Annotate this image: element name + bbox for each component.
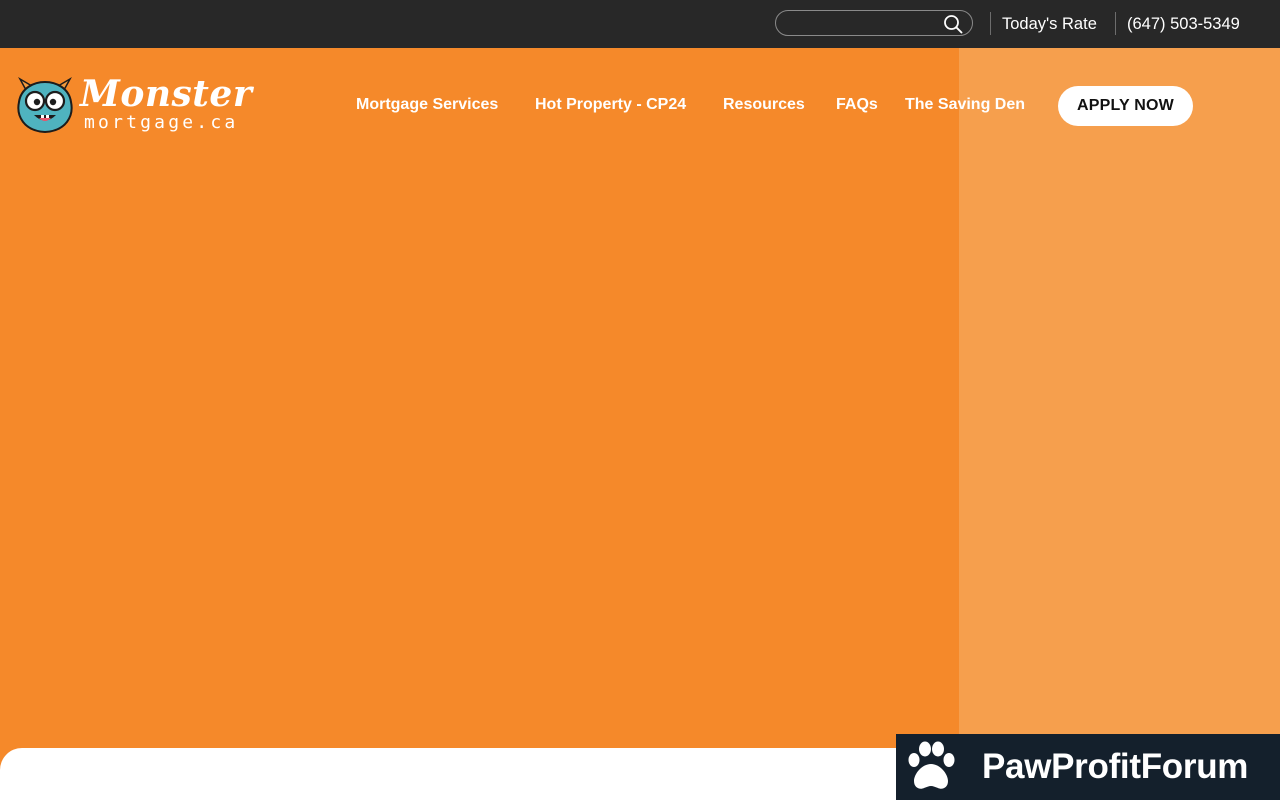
todays-rate-link[interactable]: Today's Rate bbox=[1002, 14, 1097, 34]
nav-resources[interactable]: Resources bbox=[723, 95, 805, 115]
watermark-text: PawProfitForum bbox=[982, 747, 1249, 786]
apply-now-button[interactable]: APPLY NOW bbox=[1058, 86, 1193, 126]
logo-wordmark: Monster bbox=[80, 73, 253, 115]
top-bar: Today's Rate (647) 503-5349 bbox=[0, 0, 1280, 48]
nav-faqs[interactable]: FAQs bbox=[836, 95, 878, 115]
nav-hot-property[interactable]: Hot Property - CP24 bbox=[535, 95, 686, 115]
nav-saving-den[interactable]: The Saving Den bbox=[905, 95, 1025, 115]
site-logo[interactable]: Monster mortgage.ca bbox=[14, 73, 254, 138]
logo-subtext: mortgage.ca bbox=[84, 112, 239, 133]
search-icon[interactable] bbox=[943, 14, 963, 34]
search-box[interactable] bbox=[775, 10, 973, 36]
paw-icon bbox=[908, 741, 955, 789]
hero-side-panel bbox=[959, 48, 1280, 800]
top-divider bbox=[1115, 12, 1116, 35]
nav-mortgage-services[interactable]: Mortgage Services bbox=[356, 95, 498, 115]
monster-mascot-icon bbox=[17, 76, 73, 134]
phone-link[interactable]: (647) 503-5349 bbox=[1127, 14, 1240, 34]
watermark-badge: PawProfitForum bbox=[896, 734, 1280, 800]
top-divider bbox=[990, 12, 991, 35]
search-input[interactable] bbox=[788, 14, 942, 34]
